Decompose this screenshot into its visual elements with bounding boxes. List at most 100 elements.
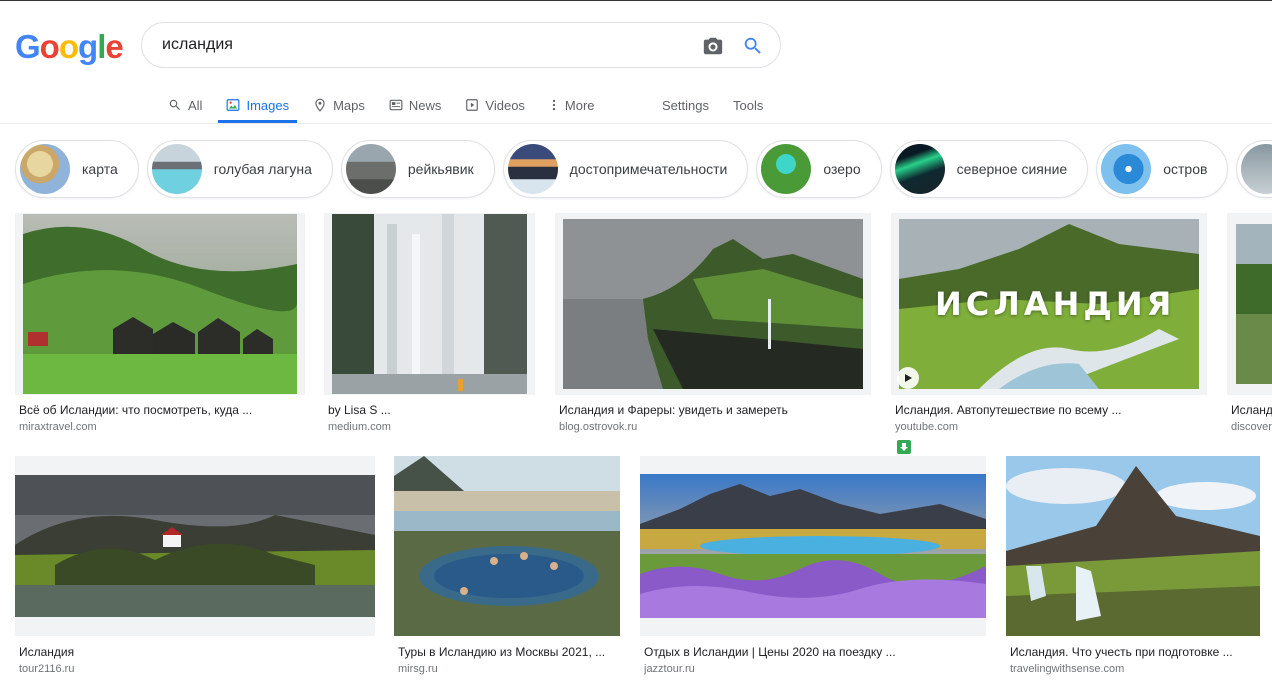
- chip-thumbnail: [345, 144, 396, 194]
- search-icon[interactable]: [742, 35, 764, 57]
- image-frame: ИСЛАНДИЯ: [891, 213, 1207, 395]
- image-frame: [1227, 213, 1272, 395]
- chip-thumbnail: [894, 144, 945, 194]
- video-icon: [466, 99, 479, 111]
- tab-label: Maps: [333, 97, 365, 113]
- chip-label: северное сияние: [956, 161, 1068, 177]
- tab-label: All: [188, 97, 203, 113]
- logo-letter: g: [78, 28, 98, 65]
- chip-label: голубая лагуна: [213, 161, 312, 177]
- image-frame: [555, 213, 871, 395]
- image-frame: [640, 456, 986, 636]
- image-frame: [15, 456, 375, 636]
- tab-more[interactable]: More: [541, 87, 603, 123]
- download-icon[interactable]: [897, 440, 911, 454]
- image-icon: [227, 99, 240, 111]
- result-title: Туры в Исландию из Москвы 2021, ...: [398, 645, 606, 659]
- result-title: Исланд: [1231, 403, 1272, 417]
- result-source: discover: [1231, 421, 1272, 433]
- image-result[interactable]: Исландия и Фареры: увидеть и замереть bl…: [555, 213, 871, 435]
- tab-label: Images: [246, 97, 290, 113]
- result-source: travelingwithsense.com: [1010, 663, 1125, 675]
- result-source: jazztour.ru: [644, 663, 695, 675]
- image-result[interactable]: Туры в Исландию из Москвы 2021, ... mirs…: [394, 456, 620, 678]
- result-image: [1236, 224, 1272, 384]
- logo-letter: o: [58, 28, 79, 65]
- result-title: Исландия. Автопутешествие по всему ...: [895, 403, 1122, 417]
- play-icon: [897, 367, 919, 389]
- tab-label: News: [408, 97, 442, 113]
- chip-island[interactable]: остров: [1096, 140, 1229, 198]
- chip-karta[interactable]: карта: [15, 140, 139, 198]
- chip-blue-lagoon[interactable]: голубая лагуна: [146, 140, 333, 198]
- image-result[interactable]: Исландия tour2116.ru: [15, 456, 375, 678]
- result-image: [640, 474, 986, 618]
- header-divider: [0, 123, 1272, 124]
- chip-thumbnail: [761, 144, 812, 194]
- chip-lake[interactable]: озеро: [756, 140, 882, 198]
- image-frame: [324, 213, 535, 395]
- result-source: tour2116.ru: [19, 663, 75, 675]
- tab-videos[interactable]: Videos: [457, 87, 533, 123]
- map-pin-icon: [315, 98, 325, 112]
- result-source: blog.ostrovok.ru: [559, 421, 638, 433]
- image-frame: [15, 213, 305, 395]
- image-result[interactable]: by Lisa S ... medium.com: [324, 213, 535, 435]
- logo-letter: o: [39, 28, 60, 65]
- result-title: Отдых в Исландии | Цены 2020 на поездку …: [644, 645, 896, 659]
- logo-letter: e: [105, 28, 123, 65]
- chip-aurora[interactable]: северное сияние: [889, 140, 1089, 198]
- image-result[interactable]: ИСЛАНДИЯ Исландия. Автопутешествие по вс…: [891, 213, 1207, 454]
- chip-label: озеро: [823, 161, 861, 177]
- more-vert-icon: [552, 99, 556, 111]
- result-source: miraxtravel.com: [19, 421, 97, 433]
- result-image: [563, 219, 863, 389]
- chip-thumbnail: [1101, 144, 1152, 194]
- image-frame: [1006, 456, 1260, 636]
- settings-link[interactable]: Settings: [662, 87, 709, 123]
- chip-thumbnail: [1241, 144, 1272, 194]
- chip-label: остров: [1163, 161, 1208, 177]
- chip-label: достопримечательности: [569, 161, 728, 177]
- news-icon: [389, 99, 403, 111]
- result-title: Исландия: [19, 645, 75, 659]
- image-overlay-text: ИСЛАНДИЯ: [935, 285, 1176, 323]
- result-source: medium.com: [328, 421, 391, 433]
- result-image: [332, 214, 527, 394]
- result-image: [15, 475, 375, 617]
- chip-sights[interactable]: достопримечательности: [502, 140, 749, 198]
- image-result[interactable]: Исландия. Что учесть при подготовке ... …: [1006, 456, 1260, 678]
- chip-thumbnail: [20, 144, 70, 194]
- chip-label: рейкьявик: [407, 161, 474, 177]
- tools-link[interactable]: Tools: [733, 87, 763, 123]
- search-input[interactable]: [162, 33, 682, 57]
- tab-news[interactable]: News: [381, 87, 450, 123]
- chip-reykjavik[interactable]: рейкьявик: [340, 140, 495, 198]
- search-tabs: All Images Maps News Videos More: [160, 87, 611, 123]
- result-source: mirsg.ru: [398, 663, 438, 675]
- chip-label: карта: [82, 161, 118, 177]
- tab-label: Videos: [485, 97, 525, 113]
- result-image: [23, 214, 297, 394]
- image-result[interactable]: Отдых в Исландии | Цены 2020 на поездку …: [640, 456, 986, 678]
- result-title: by Lisa S ...: [328, 403, 391, 417]
- search-box: [141, 22, 781, 68]
- related-chips: карта голубая лагуна рейкьявик достоприм…: [15, 140, 1272, 198]
- search-icon: [169, 99, 180, 110]
- chip-more[interactable]: [1236, 140, 1272, 198]
- google-logo[interactable]: Google: [15, 28, 124, 66]
- result-title: Исландия и Фареры: увидеть и замереть: [559, 403, 788, 417]
- chip-thumbnail: [507, 144, 558, 194]
- tab-all[interactable]: All: [160, 87, 210, 123]
- camera-icon[interactable]: [702, 35, 724, 57]
- tab-label: More: [564, 97, 595, 113]
- image-frame: [394, 456, 620, 636]
- tab-images[interactable]: Images: [218, 87, 297, 123]
- result-title: Всё об Исландии: что посмотреть, куда ..…: [19, 403, 253, 417]
- image-result[interactable]: Исланд discover: [1227, 213, 1272, 435]
- chip-thumbnail: [151, 144, 202, 194]
- image-result[interactable]: Всё об Исландии: что посмотреть, куда ..…: [15, 213, 305, 435]
- result-image: [394, 456, 620, 636]
- tab-maps[interactable]: Maps: [305, 87, 373, 123]
- result-title: Исландия. Что учесть при подготовке ...: [1010, 645, 1233, 659]
